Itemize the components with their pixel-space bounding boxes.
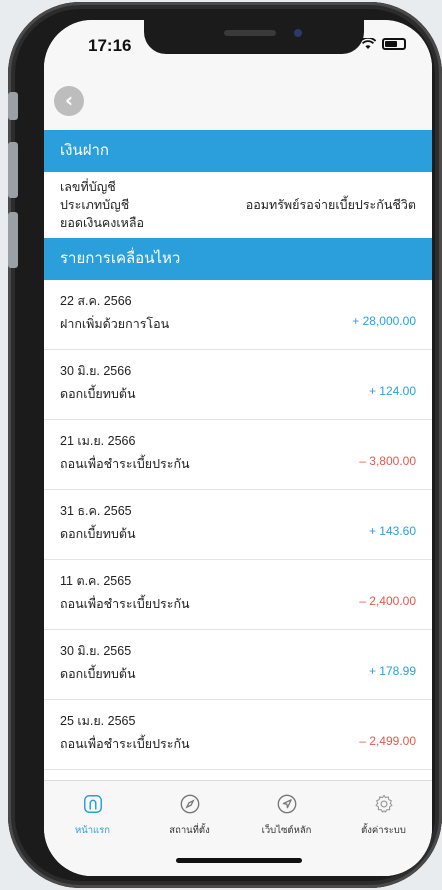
gear-icon	[375, 794, 392, 813]
transaction-date: 30 มิ.ย. 2565	[60, 644, 132, 658]
transaction-description: ดอกเบี้ยทบต้น	[60, 527, 136, 541]
wifi-icon	[360, 38, 376, 49]
balance-row: ยอดเงินคงเหลือ	[60, 214, 416, 232]
transaction-date: 25 เม.ย. 2565	[60, 714, 136, 728]
transaction-description: ฝากเพิ่มด้วยการโอน	[60, 317, 170, 331]
transaction-description: ดอกเบี้ยทบต้น	[60, 667, 136, 681]
mute-switch	[8, 92, 18, 120]
compass-icon	[180, 794, 199, 814]
home-indicator[interactable]	[176, 858, 302, 863]
volume-up-button	[8, 142, 18, 198]
transaction-amount: – 2,400.00	[359, 594, 416, 608]
chevron-left-icon: ‹	[64, 88, 74, 112]
battery-icon	[382, 38, 406, 50]
speaker	[224, 30, 276, 36]
notch	[144, 20, 364, 54]
tab-website-label: เว็บไซต์หลัก	[261, 825, 312, 836]
transaction-description: ดอกเบี้ยทบต้น	[60, 387, 136, 401]
transaction-amount: + 124.00	[368, 384, 416, 398]
tab-home-label: หน้าแรก	[74, 825, 111, 836]
nav-bar: ‹	[44, 72, 432, 130]
navigation-icon	[277, 794, 296, 814]
transaction-description: ถอนเพื่อชำระเบี้ยประกัน	[60, 597, 190, 611]
account-type-value: ออมทรัพย์รอจ่ายเบี้ยประกันชีวิต	[245, 198, 416, 212]
transaction-date: 11 ต.ค. 2565	[60, 574, 132, 588]
account-type-row: ประเภทบัญชี ออมทรัพย์รอจ่ายเบี้ยประกันชี…	[60, 196, 416, 214]
back-button[interactable]: ‹	[54, 86, 84, 116]
transaction-row[interactable]: 11 ต.ค. 2565 ถอนเพื่อชำระเบี้ยประกัน – 2…	[44, 560, 432, 630]
tab-home[interactable]: หน้าแรก	[44, 781, 141, 876]
transaction-date: 30 มิ.ย. 2566	[60, 364, 132, 378]
app-screen: 17:16 ‹ เงินฝาก เลขที่บัญชี ประเภทบัญชี …	[44, 20, 432, 876]
transaction-amount: + 28,000.00	[352, 314, 416, 328]
tab-settings-label: ตั้งค่าระบบ	[361, 825, 406, 836]
phone-frame: 17:16 ‹ เงินฝาก เลขที่บัญชี ประเภทบัญชี …	[8, 2, 442, 888]
transaction-row[interactable]: 25 เม.ย. 2565 ถอนเพื่อชำระเบี้ยประกัน – …	[44, 700, 432, 770]
transaction-date: 21 เม.ย. 2566	[60, 434, 136, 448]
transaction-amount: – 3,800.00	[359, 454, 416, 468]
transaction-row[interactable]: 30 มิ.ย. 2566 ดอกเบี้ยทบต้น + 124.00	[44, 350, 432, 420]
volume-down-button	[8, 212, 18, 268]
transaction-description: ถอนเพื่อชำระเบี้ยประกัน	[60, 737, 190, 751]
transaction-row[interactable]: 30 มิ.ย. 2565 ดอกเบี้ยทบต้น + 178.99	[44, 630, 432, 700]
transaction-amount: + 143.60	[368, 524, 416, 538]
transaction-date: 31 ธ.ค. 2565	[60, 504, 132, 518]
transaction-row[interactable]: 31 ธ.ค. 2565 ดอกเบี้ยทบต้น + 143.60	[44, 490, 432, 560]
transaction-description: ถอนเพื่อชำระเบี้ยประกัน	[60, 457, 190, 471]
transaction-amount: + 178.99	[368, 664, 416, 678]
transaction-row[interactable]: 22 ส.ค. 2566 ฝากเพิ่มด้วยการโอน + 28,000…	[44, 280, 432, 350]
transaction-row[interactable]: 21 เม.ย. 2566 ถอนเพื่อชำระเบี้ยประกัน – …	[44, 420, 432, 490]
status-time: 17:16	[88, 36, 132, 55]
status-bar: 17:16	[44, 20, 432, 72]
balance-label: ยอดเงินคงเหลือ	[60, 216, 145, 230]
tab-settings[interactable]: ตั้งค่าระบบ	[335, 781, 432, 876]
account-number-label: เลขที่บัญชี	[60, 180, 116, 194]
tab-location-label: สถานที่ตั้ง	[169, 825, 210, 836]
account-number-row: เลขที่บัญชี	[60, 178, 416, 196]
home-icon	[83, 795, 102, 813]
status-icons	[360, 38, 406, 50]
account-info: เลขที่บัญชี ประเภทบัญชี ออมทรัพย์รอจ่ายเ…	[44, 172, 432, 238]
camera	[294, 29, 302, 37]
transaction-list: 22 ส.ค. 2566 ฝากเพิ่มด้วยการโอน + 28,000…	[44, 280, 432, 770]
transaction-amount: – 2,499.00	[359, 734, 416, 748]
account-type-label: ประเภทบัญชี	[60, 198, 130, 212]
transaction-date: 22 ส.ค. 2566	[60, 294, 132, 308]
deposit-section-header: เงินฝาก	[44, 130, 432, 172]
movement-section-header: รายการเคลื่อนไหว	[44, 238, 432, 280]
